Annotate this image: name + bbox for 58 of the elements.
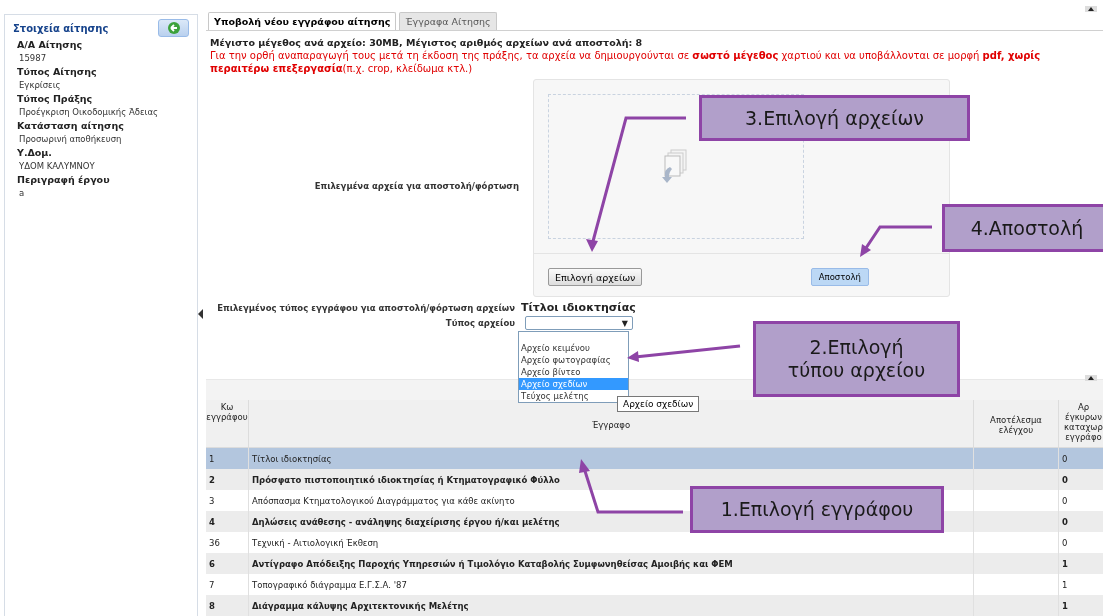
- table-cell: 7: [206, 574, 249, 595]
- field-label: Τύπος Πράξης: [17, 93, 94, 104]
- upload-label: Επιλεγμένα αρχεία για αποστολή/φόρτωση: [313, 181, 520, 193]
- table-cell: Διάγραμμα κάλυψης Αρχιτεκτονικής Μελέτης: [249, 595, 974, 616]
- choose-files-button[interactable]: Επιλογή αρχείων: [548, 268, 643, 286]
- dropdown-arrow: ▼: [621, 318, 628, 328]
- field-label: Υ.Δομ.: [17, 147, 53, 158]
- table-cell: 2: [206, 469, 249, 490]
- table-cell: 4: [206, 511, 249, 532]
- field-label: Περιγραφή έργου: [17, 174, 111, 185]
- arrow: [860, 225, 932, 257]
- callout-label: 3.Επιλογή αρχείων: [699, 95, 970, 141]
- upload-limits-text: Μέγιστο μέγεθος ανά αρχείο: 30MB, Μέγιστος αριθμός αρχείων ανά αποστολή: 8: [210, 37, 644, 48]
- table-cell: 3: [206, 490, 249, 511]
- scroll-up-icon[interactable]: [1085, 6, 1097, 12]
- table-cell: 1: [1059, 595, 1103, 616]
- collapse-arrow-icon[interactable]: [198, 309, 203, 319]
- field-value: Προέγκριση Οικοδομικής Άδειας: [19, 107, 160, 117]
- table-cell: 0: [1059, 511, 1103, 532]
- field-value: a: [19, 188, 26, 198]
- tab[interactable]: Υποβολή νέου εγγράφου αίτησης: [208, 12, 397, 30]
- table-cell: Πρόσφατο πιστοποιητικό ιδιοκτησίας ή Κτηματογραφικό Φύλλο: [249, 469, 974, 490]
- sidebar-title: Στοιχεία αίτησης: [13, 22, 109, 34]
- column-header[interactable]: Αρ έγκυρων καταχωρ εγγράφο: [1059, 400, 1103, 448]
- document-type-label: Επιλεγμένος τύπος εγγράφου για αποστολή/φόρτωση αρχείων: [216, 302, 516, 313]
- file-type-label: Τύπος αρχείου: [444, 318, 516, 328]
- scroll-up-icon[interactable]: [1085, 375, 1097, 381]
- column-header[interactable]: Κω εγγράφου: [206, 400, 249, 448]
- field-value: Προσωρινή αποθήκευση: [19, 134, 123, 144]
- warning-text: Για την ορθή αναπαραγωγή τους μετά τη έκδοση της πράξης, τα αρχεία να δημιουργούνται σε σωστό μέγεθος χαρτιού και να υποβάλλονται σε μορφή pdf, χωρίς περαιτέρω επεξεργασία(π.χ. crop, κλείδωμα κτλ.): [210, 49, 1042, 75]
- field-value: Εγκρίσεις: [19, 80, 62, 90]
- table-cell: Τίτλοι ιδιοκτησίας: [249, 448, 974, 469]
- table-cell: 6: [206, 553, 249, 574]
- table-cell: 0: [1059, 469, 1103, 490]
- field-label: Κατάσταση αίτησης: [17, 120, 125, 131]
- back-arrow-icon: [167, 22, 180, 34]
- send-button[interactable]: Αποστολή: [810, 268, 869, 286]
- table-cell: 1: [206, 448, 249, 469]
- callout-label: 2.Επιλογή τύπου αρχείου: [753, 321, 960, 397]
- back-button[interactable]: [158, 19, 189, 37]
- document-type-value: Τίτλοι ιδιοκτησίας: [521, 301, 636, 314]
- field-label: Α/Α Αίτησης: [17, 39, 84, 50]
- table-cell: Τεχνική - Αιτιολογική Έκθεση: [249, 532, 974, 553]
- field-label: Τύπος Αίτησης: [17, 66, 98, 77]
- file-type-select[interactable]: ▼: [525, 316, 633, 330]
- field-value: ΥΔΟΜ ΚΑΛΥΜΝΟΥ: [19, 161, 96, 171]
- column-header[interactable]: Αποτέλεσμα ελέγχου: [974, 400, 1059, 448]
- table-cell: 8: [206, 595, 249, 616]
- table-cell: 1: [1059, 553, 1103, 574]
- table-cell: Τοπογραφικό διάγραμμα Ε.Γ.Σ.Α. '87: [249, 574, 974, 595]
- tooltip: Αρχείο σχεδίων: [617, 396, 700, 412]
- table-cell: 36: [206, 532, 249, 553]
- callout-label: 4.Αποστολή: [942, 204, 1103, 252]
- callout-label: 1.Επιλογή εγγράφου: [690, 486, 944, 533]
- table-cell: 0: [1059, 448, 1103, 469]
- table-cell: Αντίγραφο Απόδειξης Παροχής Υπηρεσιών ή Τιμολόγιο Καταβολής Συμφωνηθείσας Αμοιβής και ΦΕΜ: [249, 553, 974, 574]
- tab[interactable]: Έγγραφα Αίτησης: [399, 12, 497, 30]
- field-value: 15987: [19, 53, 48, 63]
